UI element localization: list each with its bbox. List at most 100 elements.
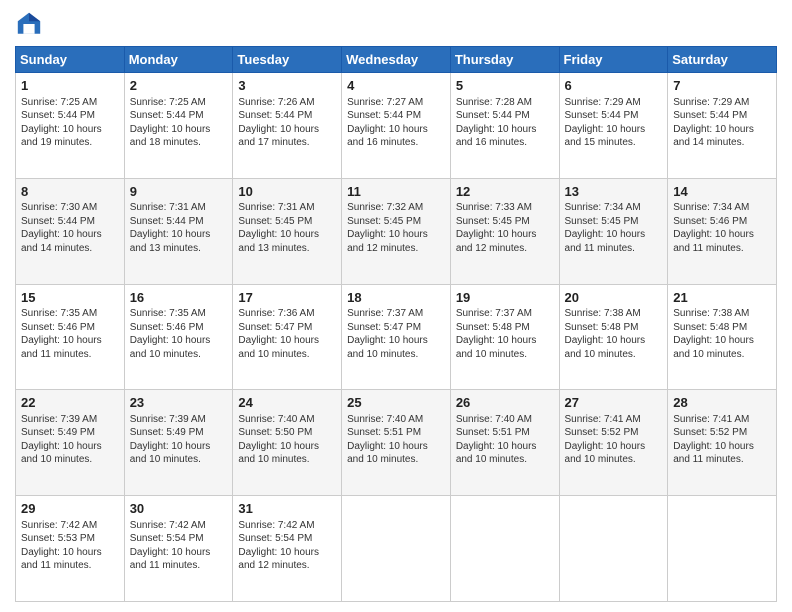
day-info: Sunrise: 7:27 AM Sunset: 5:44 PM Dayligh… <box>347 96 445 150</box>
day-info: Sunrise: 7:32 AM Sunset: 5:45 PM Dayligh… <box>347 201 445 255</box>
day-info: Sunrise: 7:40 AM Sunset: 5:51 PM Dayligh… <box>456 413 554 467</box>
day-info: Sunrise: 7:37 AM Sunset: 5:48 PM Dayligh… <box>456 307 554 361</box>
day-number: 2 <box>130 77 228 95</box>
calendar-week-3: 15Sunrise: 7:35 AM Sunset: 5:46 PM Dayli… <box>16 284 777 390</box>
weekday-header-monday: Monday <box>124 47 233 73</box>
calendar-week-5: 29Sunrise: 7:42 AM Sunset: 5:53 PM Dayli… <box>16 496 777 602</box>
day-number: 11 <box>347 183 445 201</box>
calendar-cell: 15Sunrise: 7:35 AM Sunset: 5:46 PM Dayli… <box>16 284 125 390</box>
day-number: 24 <box>238 394 336 412</box>
day-info: Sunrise: 7:29 AM Sunset: 5:44 PM Dayligh… <box>673 96 771 150</box>
calendar-week-1: 1Sunrise: 7:25 AM Sunset: 5:44 PM Daylig… <box>16 73 777 179</box>
day-number: 15 <box>21 289 119 307</box>
calendar-cell: 14Sunrise: 7:34 AM Sunset: 5:46 PM Dayli… <box>668 178 777 284</box>
calendar-cell: 26Sunrise: 7:40 AM Sunset: 5:51 PM Dayli… <box>450 390 559 496</box>
calendar-cell: 11Sunrise: 7:32 AM Sunset: 5:45 PM Dayli… <box>342 178 451 284</box>
day-info: Sunrise: 7:39 AM Sunset: 5:49 PM Dayligh… <box>130 413 228 467</box>
day-number: 9 <box>130 183 228 201</box>
calendar-cell: 30Sunrise: 7:42 AM Sunset: 5:54 PM Dayli… <box>124 496 233 602</box>
weekday-header-tuesday: Tuesday <box>233 47 342 73</box>
calendar-cell: 21Sunrise: 7:38 AM Sunset: 5:48 PM Dayli… <box>668 284 777 390</box>
calendar-cell: 29Sunrise: 7:42 AM Sunset: 5:53 PM Dayli… <box>16 496 125 602</box>
calendar-week-2: 8Sunrise: 7:30 AM Sunset: 5:44 PM Daylig… <box>16 178 777 284</box>
day-info: Sunrise: 7:41 AM Sunset: 5:52 PM Dayligh… <box>565 413 663 467</box>
calendar-cell: 23Sunrise: 7:39 AM Sunset: 5:49 PM Dayli… <box>124 390 233 496</box>
calendar-cell: 22Sunrise: 7:39 AM Sunset: 5:49 PM Dayli… <box>16 390 125 496</box>
day-number: 16 <box>130 289 228 307</box>
calendar-cell <box>559 496 668 602</box>
day-number: 20 <box>565 289 663 307</box>
calendar-cell: 25Sunrise: 7:40 AM Sunset: 5:51 PM Dayli… <box>342 390 451 496</box>
day-number: 13 <box>565 183 663 201</box>
day-number: 12 <box>456 183 554 201</box>
calendar-cell: 17Sunrise: 7:36 AM Sunset: 5:47 PM Dayli… <box>233 284 342 390</box>
calendar-week-4: 22Sunrise: 7:39 AM Sunset: 5:49 PM Dayli… <box>16 390 777 496</box>
day-info: Sunrise: 7:42 AM Sunset: 5:53 PM Dayligh… <box>21 519 119 573</box>
day-number: 7 <box>673 77 771 95</box>
day-number: 6 <box>565 77 663 95</box>
weekday-header-friday: Friday <box>559 47 668 73</box>
day-number: 10 <box>238 183 336 201</box>
calendar-cell: 27Sunrise: 7:41 AM Sunset: 5:52 PM Dayli… <box>559 390 668 496</box>
calendar-cell: 19Sunrise: 7:37 AM Sunset: 5:48 PM Dayli… <box>450 284 559 390</box>
day-number: 28 <box>673 394 771 412</box>
calendar-cell: 2Sunrise: 7:25 AM Sunset: 5:44 PM Daylig… <box>124 73 233 179</box>
day-number: 19 <box>456 289 554 307</box>
day-number: 3 <box>238 77 336 95</box>
calendar-cell: 18Sunrise: 7:37 AM Sunset: 5:47 PM Dayli… <box>342 284 451 390</box>
weekday-header-thursday: Thursday <box>450 47 559 73</box>
day-number: 18 <box>347 289 445 307</box>
day-info: Sunrise: 7:34 AM Sunset: 5:46 PM Dayligh… <box>673 201 771 255</box>
weekday-header-wednesday: Wednesday <box>342 47 451 73</box>
calendar-cell: 24Sunrise: 7:40 AM Sunset: 5:50 PM Dayli… <box>233 390 342 496</box>
calendar-cell: 1Sunrise: 7:25 AM Sunset: 5:44 PM Daylig… <box>16 73 125 179</box>
day-info: Sunrise: 7:38 AM Sunset: 5:48 PM Dayligh… <box>673 307 771 361</box>
day-info: Sunrise: 7:29 AM Sunset: 5:44 PM Dayligh… <box>565 96 663 150</box>
day-number: 23 <box>130 394 228 412</box>
day-info: Sunrise: 7:25 AM Sunset: 5:44 PM Dayligh… <box>21 96 119 150</box>
day-number: 31 <box>238 500 336 518</box>
calendar-cell: 31Sunrise: 7:42 AM Sunset: 5:54 PM Dayli… <box>233 496 342 602</box>
logo <box>15 10 47 38</box>
calendar-cell: 10Sunrise: 7:31 AM Sunset: 5:45 PM Dayli… <box>233 178 342 284</box>
weekday-header-saturday: Saturday <box>668 47 777 73</box>
day-number: 22 <box>21 394 119 412</box>
day-info: Sunrise: 7:42 AM Sunset: 5:54 PM Dayligh… <box>130 519 228 573</box>
day-number: 5 <box>456 77 554 95</box>
calendar-cell <box>450 496 559 602</box>
calendar-cell: 20Sunrise: 7:38 AM Sunset: 5:48 PM Dayli… <box>559 284 668 390</box>
calendar-cell: 7Sunrise: 7:29 AM Sunset: 5:44 PM Daylig… <box>668 73 777 179</box>
day-number: 27 <box>565 394 663 412</box>
day-info: Sunrise: 7:31 AM Sunset: 5:45 PM Dayligh… <box>238 201 336 255</box>
day-info: Sunrise: 7:39 AM Sunset: 5:49 PM Dayligh… <box>21 413 119 467</box>
day-number: 21 <box>673 289 771 307</box>
day-number: 29 <box>21 500 119 518</box>
day-info: Sunrise: 7:34 AM Sunset: 5:45 PM Dayligh… <box>565 201 663 255</box>
calendar-cell <box>668 496 777 602</box>
day-info: Sunrise: 7:31 AM Sunset: 5:44 PM Dayligh… <box>130 201 228 255</box>
day-info: Sunrise: 7:25 AM Sunset: 5:44 PM Dayligh… <box>130 96 228 150</box>
calendar-cell: 6Sunrise: 7:29 AM Sunset: 5:44 PM Daylig… <box>559 73 668 179</box>
calendar-cell: 12Sunrise: 7:33 AM Sunset: 5:45 PM Dayli… <box>450 178 559 284</box>
day-info: Sunrise: 7:35 AM Sunset: 5:46 PM Dayligh… <box>130 307 228 361</box>
calendar-cell <box>342 496 451 602</box>
day-number: 17 <box>238 289 336 307</box>
day-info: Sunrise: 7:41 AM Sunset: 5:52 PM Dayligh… <box>673 413 771 467</box>
page: SundayMondayTuesdayWednesdayThursdayFrid… <box>0 0 792 612</box>
calendar-cell: 13Sunrise: 7:34 AM Sunset: 5:45 PM Dayli… <box>559 178 668 284</box>
day-info: Sunrise: 7:37 AM Sunset: 5:47 PM Dayligh… <box>347 307 445 361</box>
day-number: 4 <box>347 77 445 95</box>
calendar-cell: 9Sunrise: 7:31 AM Sunset: 5:44 PM Daylig… <box>124 178 233 284</box>
day-number: 14 <box>673 183 771 201</box>
day-number: 1 <box>21 77 119 95</box>
day-info: Sunrise: 7:38 AM Sunset: 5:48 PM Dayligh… <box>565 307 663 361</box>
calendar-cell: 16Sunrise: 7:35 AM Sunset: 5:46 PM Dayli… <box>124 284 233 390</box>
calendar-cell: 4Sunrise: 7:27 AM Sunset: 5:44 PM Daylig… <box>342 73 451 179</box>
day-number: 30 <box>130 500 228 518</box>
day-info: Sunrise: 7:36 AM Sunset: 5:47 PM Dayligh… <box>238 307 336 361</box>
header <box>15 10 777 38</box>
calendar-table: SundayMondayTuesdayWednesdayThursdayFrid… <box>15 46 777 602</box>
day-info: Sunrise: 7:40 AM Sunset: 5:51 PM Dayligh… <box>347 413 445 467</box>
day-info: Sunrise: 7:26 AM Sunset: 5:44 PM Dayligh… <box>238 96 336 150</box>
day-info: Sunrise: 7:35 AM Sunset: 5:46 PM Dayligh… <box>21 307 119 361</box>
